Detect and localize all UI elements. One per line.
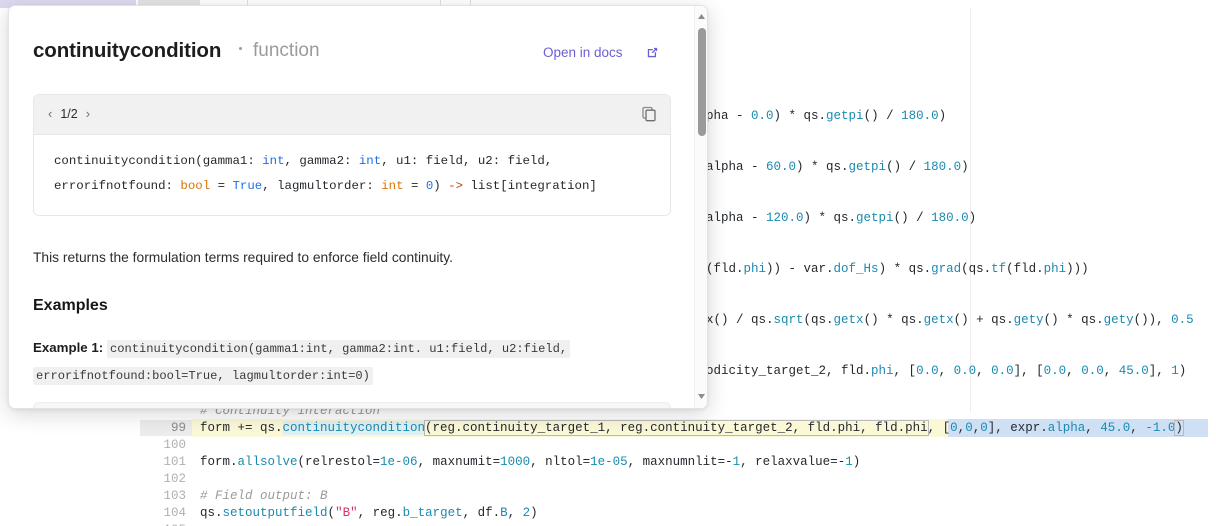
pager-label: 1/2: [60, 106, 78, 121]
popup-separator-dot: [239, 47, 242, 50]
gutter-line-number: 105: [140, 522, 186, 526]
sig-type-bool: bool: [180, 179, 211, 193]
code-line-99-args: (reg.continuity_target_1, reg.continuity…: [424, 420, 929, 436]
sig-part: , u1: field, u2: field,: [381, 154, 553, 168]
code-line-99[interactable]: form += qs.continuitycondition(reg.conti…: [200, 420, 1184, 437]
code-line-99-close: ): [1174, 420, 1184, 436]
popup-function-name: continuitycondition: [33, 39, 222, 62]
open-in-docs-link[interactable]: Open in docs: [543, 45, 623, 60]
gutter-line-number: 101: [163, 455, 186, 469]
popup-header: continuitycondition function Open in doc…: [9, 6, 697, 82]
sig-return-arrow: ->: [448, 179, 464, 193]
sig-part: , lagmultorder:: [262, 179, 382, 193]
code-fragment: alpha - 60.0) * qs.getpi() / 180.0): [706, 160, 969, 174]
code-line-103: # Field output: B: [200, 489, 328, 503]
sig-part: =: [210, 179, 233, 193]
gutter-line-number: 102: [163, 472, 186, 486]
sig-type-int: int: [262, 154, 285, 168]
code-fragment: alpha - 120.0) * qs.getpi() / 180.0): [706, 211, 977, 225]
code-fragment: x() / qs.sqrt(qs.getx() * qs.getx() + qs…: [706, 313, 1194, 327]
signature-toolbar: ‹ 1/2 ›: [34, 95, 670, 135]
external-link-icon[interactable]: [645, 45, 660, 60]
code-line-104-string: "B": [335, 506, 358, 520]
examples-heading: Examples: [33, 297, 108, 314]
example-1-code: continuitycondition(gamma1:int, gamma2:i…: [33, 340, 571, 385]
code-line-104[interactable]: qs.setoutputfield("B", reg.b_target, df.…: [200, 505, 538, 522]
pager-next-icon[interactable]: ›: [86, 106, 90, 121]
signature-block: ‹ 1/2 › continuitycondition(gamma1: int,…: [33, 94, 671, 216]
overload-pager: ‹ 1/2 ›: [48, 106, 90, 121]
example-1-colon: :: [98, 340, 104, 355]
sig-part: errorifnotfound:: [54, 179, 181, 193]
scroll-down-arrow-icon[interactable]: [697, 392, 706, 401]
popup-scrollbar[interactable]: [694, 6, 707, 408]
code-line-99-selected: , [0,0,0], expr.alpha, 45.0, -1.0: [927, 421, 1176, 435]
code-line-99-call: continuitycondition: [282, 421, 426, 435]
code-fragment: (fld.phi)) - var.dof_Hs) * qs.grad(qs.tf…: [706, 262, 1089, 276]
example-1-label: Example 1: [33, 340, 99, 355]
gutter-line-number: 99: [170, 421, 186, 435]
example-2-partial-block: [33, 402, 671, 408]
code-line-99-prefix: form += qs.: [200, 421, 283, 435]
signature-code: continuitycondition(gamma1: int, gamma2:…: [34, 135, 670, 215]
scroll-thumb[interactable]: [697, 28, 706, 136]
sig-return-type: list[integration]: [463, 179, 597, 193]
code-fragment: odicity_target_2, fld.phi, [0.0, 0.0, 0.…: [706, 364, 1187, 378]
popup-kind-label: function: [253, 40, 320, 61]
popup-description: This returns the formulation terms requi…: [33, 250, 453, 265]
app-window: ti s ec pha - 0.0) * qs.getpi() / 180.0)…: [0, 0, 1216, 526]
gutter-line-number: 103: [163, 489, 186, 503]
sig-part: continuitycondition(gamma1:: [54, 154, 263, 168]
code-line-104-prefix: qs.: [200, 506, 223, 520]
scroll-up-arrow-icon[interactable]: [697, 12, 706, 21]
code-line-101[interactable]: form.allsolve(relrestol=1e-06, maxnumit=…: [200, 454, 860, 471]
function-doc-popup[interactable]: continuitycondition function Open in doc…: [8, 5, 708, 409]
sig-type-int: int: [358, 154, 382, 168]
sig-part: ): [433, 179, 449, 193]
sig-part: , gamma2:: [284, 154, 359, 168]
code-line-101-args: (relrestol=1e-06, maxnumit=1000, nltol=1…: [297, 455, 861, 469]
code-line-101-prefix: form.: [200, 455, 238, 469]
example-1-row: Example 1: continuitycondition(gamma1:in…: [33, 335, 653, 389]
code-line-104-open: (: [327, 506, 336, 520]
code-line-101-call: allsolve: [237, 455, 298, 469]
code-line-104-call: setoutputfield: [222, 506, 328, 520]
sig-type-int: int: [381, 179, 404, 193]
gutter-line-number: 100: [163, 438, 186, 452]
pager-prev-icon[interactable]: ‹: [48, 106, 52, 121]
code-fragment: pha - 0.0) * qs.getpi() / 180.0): [706, 109, 947, 123]
sig-part: =: [403, 179, 426, 193]
copy-icon[interactable]: [640, 105, 658, 123]
sig-value-true: True: [232, 179, 263, 193]
code-line-104-args: , reg.b_target, df.B, 2): [357, 506, 538, 520]
gutter-line-number: 104: [163, 506, 186, 520]
